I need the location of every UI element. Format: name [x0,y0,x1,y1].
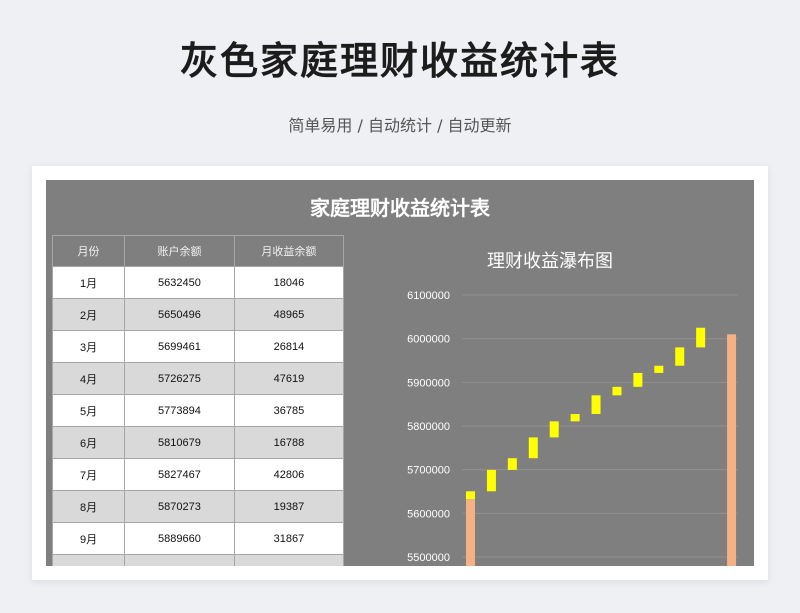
table-row: 8月 5870273 19387 [51,490,345,523]
cell-month[interactable]: 10月 [51,554,126,566]
cell-monthly-income[interactable]: 26814 [233,330,345,363]
cell-monthly-income[interactable]: 16788 [233,426,345,459]
table-row: 6月 5810679 16788 [51,426,345,459]
waterfall-chart: 理财收益瀑布图 5500000 5600000 5700000 5800000 5900… [407,251,738,566]
y-tick-label: 5900000 [407,377,450,389]
cell-balance[interactable]: 5632450 [124,266,235,299]
increment-bar [466,491,475,500]
cell-balance[interactable]: 5889660 [124,522,235,555]
chart-title: 理财收益瀑布图 [487,251,613,272]
increment-bar [654,365,664,373]
total-bar [727,334,737,566]
header-balance: 账户余额 [124,235,235,267]
y-tick-label: 5500000 [407,552,450,564]
increment-bar [549,421,559,438]
table-row: 9月 5889660 31867 [51,522,345,555]
cell-month[interactable]: 9月 [51,522,126,555]
page-subtitle: 简单易用 / 自动统计 / 自动更新 [288,116,512,135]
cell-balance[interactable]: 5827467 [124,458,235,491]
cell-month[interactable]: 3月 [51,330,126,363]
base-bar [466,499,475,566]
table-row: 4月 5726275 47619 [51,362,345,395]
table-row: 3月 5699461 26814 [51,330,345,363]
cell-monthly-income[interactable]: 31867 [233,522,345,555]
cell-balance[interactable]: 5921527 [124,554,235,566]
cell-balance[interactable]: 5650496 [124,298,235,331]
increment-bar [570,414,580,422]
cell-balance[interactable]: 5810679 [124,426,235,459]
cell-balance[interactable]: 5726275 [124,362,235,395]
increment-bar [591,395,601,415]
page-title: 灰色家庭理财收益统计表 [179,39,620,83]
increment-bar [633,372,643,387]
cell-monthly-income[interactable]: 47619 [233,362,345,395]
increment-bar [507,458,517,470]
finance-table: 月份 账户余额 月收益余额 1月 5632450 18046 2月 5650496 489… [51,235,345,566]
table-header-row: 月份 账户余额 月收益余额 [51,235,345,267]
cell-monthly-income[interactable]: 42806 [233,458,345,491]
cell-month[interactable]: 1月 [51,266,126,299]
increment-bar [528,437,538,459]
increment-bar [612,386,622,396]
cell-monthly-income[interactable]: 19387 [233,490,345,523]
increment-bar [696,327,706,348]
cell-month[interactable]: 4月 [51,362,126,395]
cell-balance[interactable]: 5870273 [124,490,235,523]
cell-month[interactable]: 2月 [51,298,126,331]
y-tick-label: 5600000 [407,508,450,520]
cell-monthly-income[interactable]: 36785 [233,394,345,427]
cell-monthly-income[interactable]: 48965 [233,298,345,331]
sheet-card: 家庭理财收益统计表 月份 账户余额 月收益余额 1月 5632450 18046 2月… [32,166,768,580]
cell-month[interactable]: 7月 [51,458,126,491]
table-body: 1月 5632450 18046 2月 5650496 48965 3月 5699461 268… [51,266,345,566]
header-month: 月份 [51,235,126,267]
table-row: 10月592152716506 [51,554,345,566]
y-tick-label: 6100000 [407,290,450,302]
cell-month[interactable]: 8月 [51,490,126,523]
cell-month[interactable]: 5月 [51,394,126,427]
y-tick-label: 6000000 [407,334,450,346]
table-row: 2月 5650496 48965 [51,298,345,331]
header-monthly-income: 月收益余额 [233,235,345,267]
cell-month[interactable]: 6月 [51,426,126,459]
y-tick-label: 5800000 [407,421,450,433]
table-row: 5月 5773894 36785 [51,394,345,427]
table-row: 1月 5632450 18046 [51,266,345,299]
y-tick-label: 5700000 [407,465,450,477]
cell-balance[interactable]: 5773894 [124,394,235,427]
cell-balance[interactable]: 5699461 [124,330,235,363]
increment-bar [486,469,496,492]
cell-monthly-income[interactable]: 16506 [233,554,345,566]
table-row: 7月 5827467 42806 [51,458,345,491]
sheet-title: 家庭理财收益统计表 [310,196,490,220]
cell-monthly-income[interactable]: 18046 [233,266,345,299]
spreadsheet-preview: 家庭理财收益统计表 月份 账户余额 月收益余额 1月 5632450 18046 2月… [46,180,754,566]
increment-bar [675,347,685,366]
